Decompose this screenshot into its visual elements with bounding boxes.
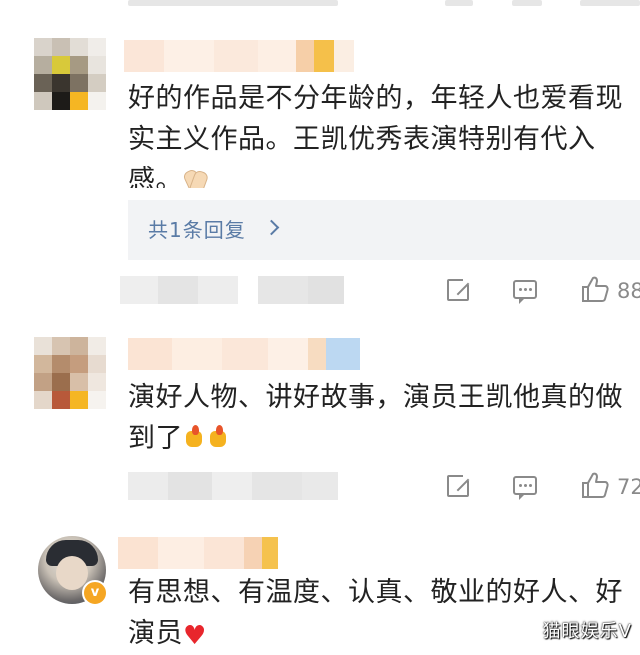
comment-icon [513, 280, 537, 304]
avatar[interactable] [34, 38, 106, 110]
like-button[interactable] [580, 274, 609, 302]
share-icon [447, 277, 471, 301]
share-icon [447, 473, 471, 497]
reply-button[interactable] [512, 277, 540, 305]
share-button[interactable] [445, 472, 473, 500]
username-blurred[interactable] [128, 338, 360, 370]
fist-icon [183, 425, 205, 449]
comment-icon [513, 476, 537, 500]
like-button[interactable] [580, 470, 609, 498]
reply-thread-box[interactable]: 共1条回复 [128, 200, 640, 260]
avatar[interactable] [34, 337, 106, 409]
username-blurred[interactable] [118, 537, 278, 569]
previous-comment-meta-cutoff [0, 0, 640, 10]
username-blurred[interactable] [124, 40, 354, 72]
verified-badge-icon: v [82, 580, 108, 606]
like-count: 88 [617, 279, 640, 303]
reply-button[interactable] [512, 473, 540, 501]
watermark: 猫眼娱乐V [542, 621, 632, 642]
comment-meta-blurred [120, 276, 344, 304]
comment-meta-blurred [128, 472, 338, 500]
chevron-right-icon [263, 219, 280, 236]
fist-icon [207, 425, 229, 449]
comment-text: 演好人物、讲好故事，演员王凯他真的做到了 [128, 382, 623, 454]
share-button[interactable] [445, 276, 473, 304]
like-count: 72 [617, 475, 640, 499]
view-replies-link[interactable]: 共1条回复 [148, 214, 246, 243]
thumbs-up-icon [582, 472, 609, 498]
clapping-hands-icon [183, 168, 207, 188]
heart-icon: ♥ [183, 621, 207, 651]
thumbs-up-icon [582, 276, 609, 302]
comment-text: 好的作品是不分年龄的，年轻人也爱看现实主义作品。王凯优秀表演特别有代入感。 [128, 78, 640, 188]
